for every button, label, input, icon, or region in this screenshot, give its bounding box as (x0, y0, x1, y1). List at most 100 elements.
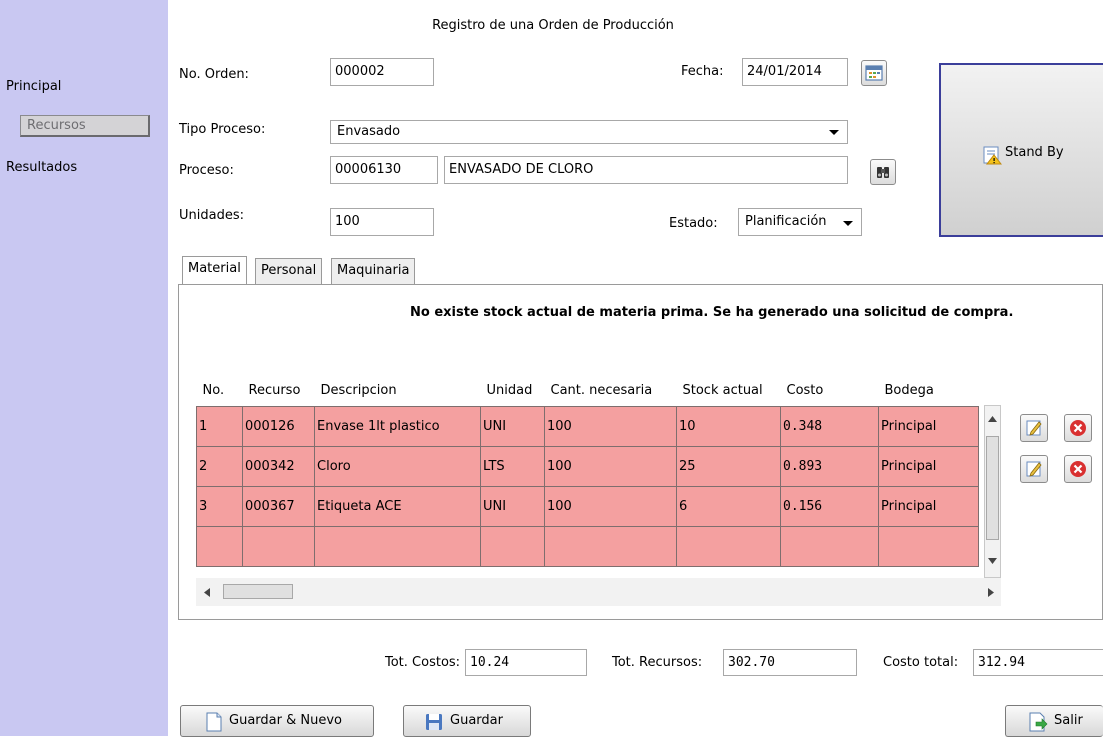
scroll-right-icon[interactable] (988, 588, 994, 597)
table-cell: Principal (878, 486, 979, 527)
scroll-thumb[interactable] (986, 436, 999, 540)
fecha-label: Fecha: (681, 64, 724, 79)
table-cell: 100 (544, 486, 677, 527)
resource-table: No. Recurso Descripcion Unidad Cant. nec… (196, 374, 979, 567)
standby-button[interactable]: Stand By (939, 63, 1103, 237)
table-cell: 000367 (242, 486, 315, 527)
delete-row-button[interactable] (1064, 455, 1092, 483)
table-cell: 0.156 (780, 486, 879, 527)
scroll-left-icon[interactable] (204, 588, 210, 597)
sidebar-item-recursos[interactable]: Recursos (20, 115, 150, 137)
standby-label: Stand By (1005, 145, 1064, 160)
table-cell: 10 (676, 406, 781, 447)
column-header[interactable]: Costo (780, 374, 879, 407)
tipo-proceso-label: Tipo Proceso: (179, 122, 266, 137)
table-cell (196, 526, 243, 567)
table-cell: Etiqueta ACE (314, 486, 481, 527)
column-header[interactable]: Bodega (878, 374, 979, 407)
table-row[interactable]: 3 000367 Etiqueta ACE UNI 100 6 0.156 Pr… (196, 486, 979, 527)
orden-field[interactable]: 000002 (330, 58, 434, 86)
table-cell: Cloro (314, 446, 481, 487)
delete-row-button[interactable] (1064, 414, 1092, 442)
delete-icon (1070, 420, 1086, 436)
table-cell (676, 526, 781, 567)
table-row[interactable]: 2 000342 Cloro LTS 100 25 0.893 Principa… (196, 446, 979, 487)
guardar-nuevo-label: Guardar & Nuevo (229, 713, 342, 728)
window-title: Registro de una Orden de Producción (432, 18, 674, 33)
scroll-thumb[interactable] (223, 584, 293, 599)
vertical-scrollbar[interactable] (984, 405, 1001, 578)
edit-icon (1026, 420, 1042, 436)
table-cell: 0.893 (780, 446, 879, 487)
column-header[interactable]: Stock actual (676, 374, 781, 407)
save-icon (426, 714, 442, 730)
proceso-code-field[interactable]: 00006130 (330, 156, 438, 184)
table-row[interactable]: 1 000126 Envase 1lt plastico UNI 100 10 … (196, 406, 979, 447)
table-cell: 100 (544, 446, 677, 487)
estado-label: Estado: (669, 216, 718, 231)
column-header[interactable]: Recurso (242, 374, 315, 407)
tab-material[interactable]: Material (182, 256, 247, 284)
table-cell: UNI (480, 486, 545, 527)
column-header[interactable]: Cant. necesaria (544, 374, 677, 407)
column-header[interactable]: No. (196, 374, 243, 407)
tipo-proceso-value: Envasado (337, 124, 401, 139)
table-cell: 000342 (242, 446, 315, 487)
scroll-down-icon[interactable] (988, 558, 997, 564)
guardar-nuevo-button[interactable]: Guardar & Nuevo (180, 705, 374, 737)
edit-row-button[interactable] (1020, 414, 1048, 442)
sidebar-item-resultados[interactable]: Resultados (6, 160, 77, 175)
unidades-field[interactable]: 100 (330, 208, 434, 236)
table-cell: Principal (878, 406, 979, 447)
table-cell: Envase 1lt plastico (314, 406, 481, 447)
table-cell (544, 526, 677, 567)
table-cell: 0.348 (780, 406, 879, 447)
calendar-button[interactable] (861, 60, 887, 86)
proceso-label: Proceso: (179, 163, 234, 178)
fecha-field[interactable]: 24/01/2014 (742, 58, 848, 86)
tot-recursos-label: Tot. Recursos: (612, 655, 703, 670)
table-cell (314, 526, 481, 567)
edit-row-button[interactable] (1020, 455, 1048, 483)
estado-select[interactable]: Planificación (738, 208, 862, 236)
tot-costos-field: 10.24 (465, 649, 587, 676)
table-cell: 2 (196, 446, 243, 487)
tab-maquinaria[interactable]: Maquinaria (331, 258, 416, 284)
stock-warning-message: No existe stock actual de materia prima.… (410, 305, 1014, 320)
tab-personal[interactable]: Personal (255, 258, 323, 284)
salir-button[interactable]: Salir (1005, 705, 1103, 737)
table-cell (780, 526, 879, 567)
costo-total-label: Costo total: (883, 655, 959, 670)
table-cell (480, 526, 545, 567)
tot-recursos-field: 302.70 (723, 649, 857, 676)
guardar-button[interactable]: Guardar (403, 705, 531, 737)
table-cell: Principal (878, 446, 979, 487)
calendar-icon (865, 65, 883, 81)
table-cell (878, 526, 979, 567)
unidades-label: Unidades: (179, 208, 244, 223)
estado-value: Planificación (745, 214, 827, 229)
salir-label: Salir (1054, 713, 1083, 728)
new-document-icon (206, 712, 222, 732)
warning-icon (983, 146, 1002, 165)
horizontal-scrollbar[interactable] (196, 578, 1001, 606)
table-cell: UNI (480, 406, 545, 447)
table-row[interactable] (196, 526, 979, 567)
table-cell (242, 526, 315, 567)
tipo-proceso-select[interactable]: Envasado (330, 120, 848, 144)
table-cell: 1 (196, 406, 243, 447)
table-cell: LTS (480, 446, 545, 487)
table-header: No. Recurso Descripcion Unidad Cant. nec… (196, 374, 979, 407)
edit-icon (1026, 461, 1042, 477)
proceso-name-field[interactable]: ENVASADO DE CLORO (444, 156, 848, 184)
chevron-down-icon (829, 130, 839, 135)
column-header[interactable]: Unidad (480, 374, 545, 407)
scroll-up-icon[interactable] (988, 416, 997, 422)
search-proceso-button[interactable] (870, 159, 896, 185)
column-header[interactable]: Descripcion (314, 374, 481, 407)
table-cell: 3 (196, 486, 243, 527)
sidebar-item-principal[interactable]: Principal (6, 79, 61, 94)
table-cell: 100 (544, 406, 677, 447)
table-cell: 000126 (242, 406, 315, 447)
exit-icon (1029, 712, 1048, 732)
